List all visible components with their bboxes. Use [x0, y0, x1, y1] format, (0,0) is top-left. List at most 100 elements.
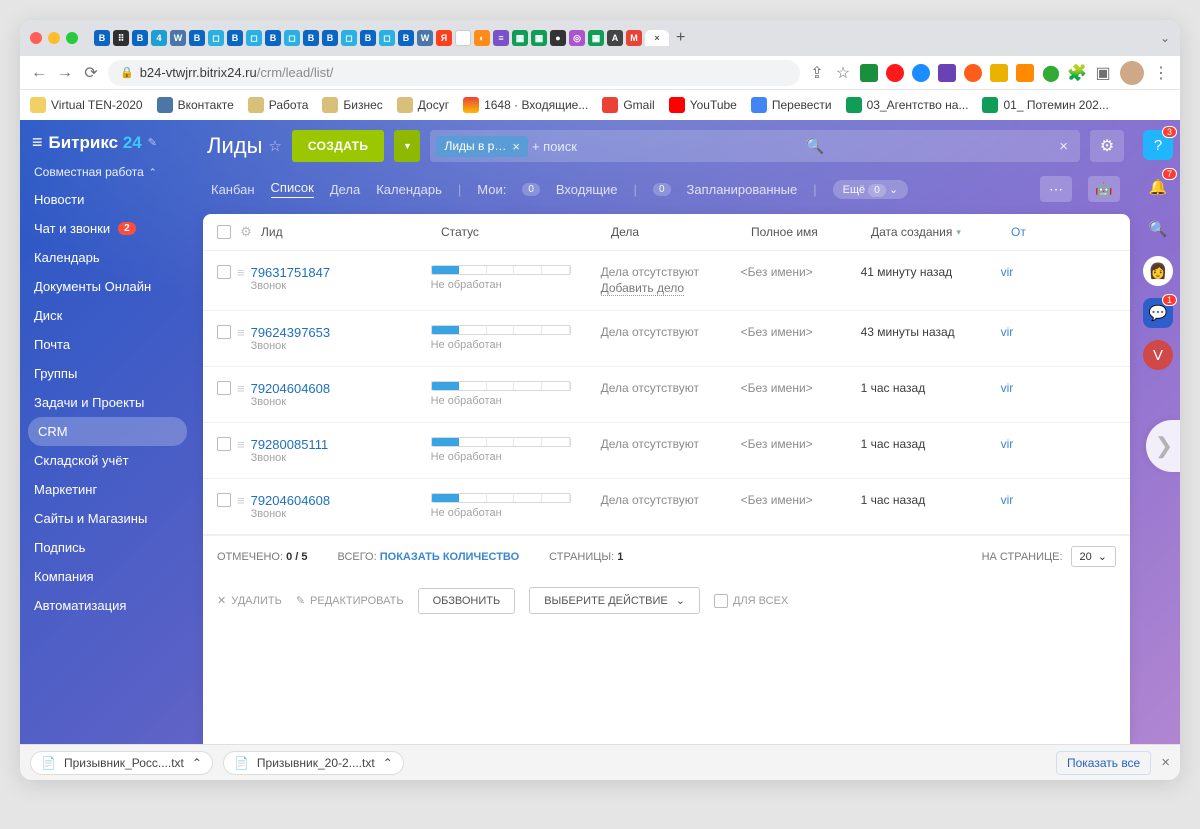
tab-icon[interactable]: ◐	[474, 30, 490, 46]
sidebar-item[interactable]: Почта	[20, 330, 195, 359]
star-icon[interactable]: ☆	[834, 64, 852, 82]
sidebar-item[interactable]: Диск	[20, 301, 195, 330]
lead-link[interactable]: 79631751847	[251, 265, 431, 280]
tab-active[interactable]: ×	[645, 30, 669, 46]
profile-avatar[interactable]	[1120, 61, 1144, 85]
tab-icon[interactable]: ▦	[588, 30, 604, 46]
close-window[interactable]	[30, 32, 42, 44]
col-name[interactable]: Полное имя	[751, 225, 871, 239]
tab-icon[interactable]: Я	[436, 30, 452, 46]
tab-icon[interactable]: ◎	[569, 30, 585, 46]
extension-icon[interactable]	[912, 64, 930, 82]
per-page-select[interactable]: 20 ⌄	[1071, 546, 1116, 567]
forward-icon[interactable]: →	[56, 64, 74, 82]
row-checkbox[interactable]	[217, 381, 231, 395]
tab-icon[interactable]: B	[189, 30, 205, 46]
row-checkbox[interactable]	[217, 265, 231, 279]
chevron-up-icon[interactable]: ⌃	[192, 756, 202, 770]
tab-icon[interactable]: B	[322, 30, 338, 46]
brand[interactable]: ≡ Битрикс 24 ✎	[20, 126, 195, 159]
sidebar-item[interactable]: Чат и звонки2	[20, 214, 195, 243]
extension-icon[interactable]	[990, 64, 1008, 82]
chevron-down-icon[interactable]: ⌄	[1160, 31, 1170, 45]
responsible-link[interactable]: vir	[1001, 325, 1031, 339]
lead-link[interactable]: 79280085111	[251, 437, 431, 452]
extension-icon[interactable]	[938, 64, 956, 82]
col-date[interactable]: Дата создания▾	[871, 225, 1011, 239]
tab-kanban[interactable]: Канбан	[211, 182, 255, 197]
tab-icon[interactable]: ▦	[512, 30, 528, 46]
status-bar[interactable]	[431, 437, 571, 447]
tab-icon[interactable]: ◻	[208, 30, 224, 46]
tab-icon[interactable]: ≡	[493, 30, 509, 46]
col-status[interactable]: Статус	[441, 225, 611, 239]
filter-search[interactable]: Лиды в р…× + поиск 🔍 ×	[430, 130, 1080, 162]
col-lead[interactable]: Лид	[261, 225, 441, 239]
star-icon[interactable]: ☆	[268, 137, 281, 155]
tab-icon[interactable]: ◻	[246, 30, 262, 46]
lead-link[interactable]: 79204604608	[251, 381, 431, 396]
close-icon[interactable]: ×	[512, 139, 520, 154]
row-checkbox[interactable]	[217, 493, 231, 507]
bookmark[interactable]: 1648 · Входящие...	[463, 97, 588, 113]
lead-link[interactable]: 79624397653	[251, 325, 431, 340]
sidebar-item[interactable]: Маркетинг	[20, 475, 195, 504]
tab-icon[interactable]: ●	[550, 30, 566, 46]
maximize-window[interactable]	[66, 32, 78, 44]
drag-icon[interactable]: ≡	[237, 325, 245, 340]
robot-button[interactable]: 🤖	[1088, 176, 1120, 202]
tab-icon[interactable]: ▦	[531, 30, 547, 46]
lead-link[interactable]: 79204604608	[251, 493, 431, 508]
responsible-link[interactable]: vir	[1001, 381, 1031, 395]
drag-icon[interactable]: ≡	[237, 437, 245, 452]
sidebar-item[interactable]: Задачи и Проекты	[20, 388, 195, 417]
tab-icon[interactable]: B	[265, 30, 281, 46]
status-bar[interactable]	[431, 493, 571, 503]
responsible-link[interactable]: vir	[1001, 493, 1031, 507]
sidebar-item[interactable]: Сайты и Магазины	[20, 504, 195, 533]
sidebar-item[interactable]: Группы	[20, 359, 195, 388]
download-item[interactable]: 📄Призывник_Росс....txt ⌃	[30, 751, 213, 775]
minimize-window[interactable]	[48, 32, 60, 44]
responsible-link[interactable]: vir	[1001, 437, 1031, 451]
reload-icon[interactable]: ⟳	[82, 64, 100, 82]
extension-icon[interactable]: ⬤	[1042, 64, 1060, 82]
sidebar-item[interactable]: CRM	[28, 417, 187, 446]
tab-icon[interactable]: W	[170, 30, 186, 46]
clear-icon[interactable]: ×	[1053, 138, 1074, 155]
download-item[interactable]: 📄Призывник_20-2....txt ⌃	[223, 751, 404, 775]
search-icon[interactable]: 🔍	[800, 137, 831, 155]
drag-icon[interactable]: ≡	[237, 493, 245, 508]
avatar-icon[interactable]: 👩	[1143, 256, 1173, 286]
call-button[interactable]: ОБЗВОНИТЬ	[418, 588, 516, 614]
bookmark[interactable]: Gmail	[602, 97, 654, 113]
tab-icon[interactable]: A	[607, 30, 623, 46]
sidebar-item[interactable]: Компания	[20, 562, 195, 591]
row-checkbox[interactable]	[217, 325, 231, 339]
extension-icon[interactable]	[964, 64, 982, 82]
bookmark[interactable]: Вконтакте	[157, 97, 234, 113]
edit-button[interactable]: ✎ РЕДАКТИРОВАТЬ	[296, 594, 404, 607]
user-avatar[interactable]: V	[1143, 340, 1173, 370]
col-deal[interactable]: Дела	[611, 225, 751, 239]
delete-button[interactable]: ✕ УДАЛИТЬ	[217, 594, 282, 607]
extension-icon[interactable]	[886, 64, 904, 82]
create-dropdown[interactable]: ▼	[394, 130, 420, 162]
extension-icon[interactable]	[860, 64, 878, 82]
action-select[interactable]: ВЫБЕРИТЕ ДЕЙСТВИЕ ⌄	[529, 587, 700, 614]
back-icon[interactable]: ←	[30, 64, 48, 82]
add-deal-link[interactable]: Добавить дело	[601, 281, 684, 296]
menu-icon[interactable]: ≡	[32, 132, 43, 153]
status-bar[interactable]	[431, 325, 571, 335]
tab-icon[interactable]: W	[417, 30, 433, 46]
create-button[interactable]: СОЗДАТЬ	[292, 130, 385, 162]
extension-icon[interactable]	[1016, 64, 1034, 82]
search-icon[interactable]: 🔍	[1143, 214, 1173, 244]
more-button[interactable]: ⋯	[1040, 176, 1072, 202]
tab-icon[interactable]: B	[398, 30, 414, 46]
menu-icon[interactable]: ⋮	[1152, 64, 1170, 82]
bookmark[interactable]: Перевести	[751, 97, 832, 113]
edit-icon[interactable]: ✎	[148, 136, 157, 149]
tab-calendar[interactable]: Календарь	[376, 182, 442, 197]
bookmark[interactable]: 03_Агентство на...	[846, 97, 969, 113]
